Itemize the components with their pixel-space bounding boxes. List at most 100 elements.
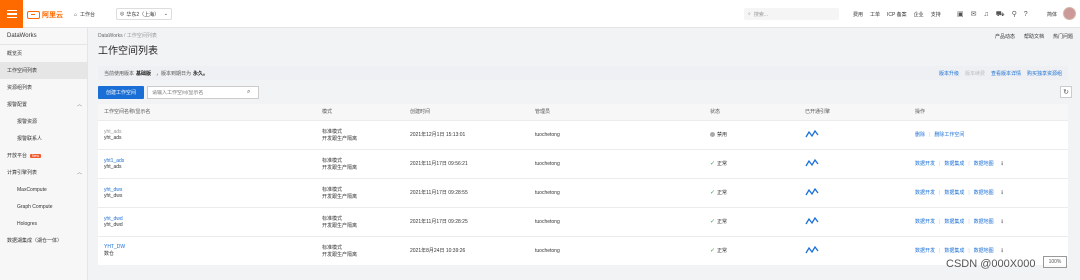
row-actions: 数据开发 | 数据集成 | 数据地图 ⋮ <box>915 247 1068 255</box>
top-link-icp[interactable]: ICP 备案 <box>887 11 907 18</box>
action-separator: | <box>939 160 941 167</box>
cell-name: YHT_DW 数仓 <box>98 235 316 265</box>
edition-mid: ，版本到期日为 <box>156 70 192 77</box>
action-link[interactable]: 数据地图 <box>974 218 994 225</box>
sidebar-item[interactable]: 计算引擎列表 ︿ <box>0 164 87 181</box>
status-label: 正常 <box>717 190 728 196</box>
edition-prefix: 当前使用版本 <box>104 70 135 77</box>
sidebar-item[interactable]: Hologres <box>0 215 87 232</box>
action-link[interactable]: 数据开发 <box>915 160 935 167</box>
bell-icon[interactable]: ♫ <box>984 11 989 18</box>
workspace-search: ⌕ <box>147 86 259 99</box>
cell-admin: tuochetong <box>529 148 704 178</box>
action-link[interactable]: 数据集成 <box>944 160 964 167</box>
workspace-display-name: yht_ads <box>104 134 122 141</box>
action-separator: | <box>929 131 931 138</box>
sidebar-item[interactable]: Graph Compute <box>0 198 87 215</box>
workspace-table: 工作空间名称/显示名 模式 创建时间 管理员 状态 已开通引擎 操作 yht_ads yht_… <box>98 104 1068 265</box>
action-link[interactable]: 数据开发 <box>915 218 935 225</box>
sidebar-item[interactable]: 工作空间列表 <box>0 62 87 79</box>
refresh-icon[interactable]: ↻ <box>1060 86 1072 98</box>
sidebar-item-label: 开放平台 <box>7 153 28 159</box>
cell-actions: 数据开发 | 数据集成 | 数据地图 ⋮ <box>909 177 1068 207</box>
help-docs-link[interactable]: 帮助文档 <box>1024 33 1044 40</box>
action-link[interactable]: 数据集成 <box>944 189 964 196</box>
language-switch[interactable]: 简体 <box>1047 8 1057 20</box>
search-icon[interactable]: ⌕ <box>247 89 250 96</box>
action-link[interactable]: 数据集成 <box>944 218 964 225</box>
terminal-icon[interactable]: ▣ <box>957 10 964 18</box>
sidebar-item[interactable]: MaxCompute <box>0 181 87 198</box>
created-time: 2021年11月17日 09:56:21 <box>410 161 468 167</box>
more-options-icon[interactable]: ⋮ <box>1000 190 1005 196</box>
action-link[interactable]: 数据开发 <box>915 189 935 196</box>
table-body: yht_ads yht_ads 标准模式 开发跟生产隔离 2021年12月1日 15:1… <box>98 119 1068 265</box>
sidebar-item[interactable]: 报警配置 ︿ <box>0 96 87 113</box>
action-link[interactable]: 数据开发 <box>915 247 935 254</box>
breadcrumb: DataWorks / 工作空间列表 <box>98 32 157 39</box>
status-label: 正常 <box>717 219 728 225</box>
more-options-icon[interactable]: ⋮ <box>1000 161 1005 167</box>
help-icon[interactable]: ? <box>1024 11 1028 18</box>
cart-icon[interactable]: ⛟ <box>996 10 1005 19</box>
edition-action-link[interactable]: 查看版本详情 <box>991 70 1021 77</box>
sidebar-item[interactable]: 开放平台 New <box>0 147 87 164</box>
status-label: 禁用 <box>717 132 728 138</box>
cell-status: ✓ 正常 <box>704 235 799 265</box>
workspace-search-input[interactable] <box>152 89 247 96</box>
column-header: 状态 <box>704 104 799 120</box>
edition-action-link[interactable]: 购买独享资源组 <box>1027 70 1062 77</box>
product-updates-link[interactable]: 产品动态 <box>995 33 1015 40</box>
zoom-indicator[interactable]: 100% <box>1043 256 1067 268</box>
sidebar-item[interactable]: 报警资源 <box>0 113 87 130</box>
status-badge: 禁用 <box>710 131 799 138</box>
aliyun-logo-icon <box>27 10 40 19</box>
action-link[interactable]: 数据地图 <box>974 247 994 254</box>
sidebar-item[interactable]: 数据湖集成（湖仓一体） <box>0 232 87 249</box>
edition-action-link[interactable]: 版本升级 <box>939 70 959 77</box>
cell-status: 禁用 <box>704 119 799 149</box>
breadcrumb-current: 工作空间列表 <box>126 33 157 39</box>
top-link-billing[interactable]: 费用 <box>853 11 863 18</box>
cell-admin: tuochetong <box>529 235 704 265</box>
cell-engines <box>799 235 909 265</box>
global-search[interactable]: ⌕ 搜索... <box>744 8 839 20</box>
more-options-icon[interactable]: ⋮ <box>1000 219 1005 225</box>
top-link-support[interactable]: 支持 <box>931 11 941 18</box>
action-link[interactable]: 数据地图 <box>974 160 994 167</box>
mode-label: 标准模式 <box>322 244 343 251</box>
workbench-button[interactable]: ⌂ 工作台 <box>74 9 95 20</box>
top-link-enterprise[interactable]: 企业 <box>914 11 924 18</box>
action-link[interactable]: 删除 <box>915 131 925 138</box>
top-link-tickets[interactable]: 工单 <box>870 11 880 18</box>
region-select[interactable]: ◎ 华东2（上海） ⌄ <box>116 8 172 20</box>
location-icon: ◎ <box>120 11 125 17</box>
pin-icon[interactable]: ⚲ <box>1012 10 1017 18</box>
action-link[interactable]: 数据地图 <box>974 189 994 196</box>
sidebar-item-label: Hologres <box>17 220 38 227</box>
cell-mode: 标准模式 开发跟生产隔离 <box>316 148 404 178</box>
create-workspace-button[interactable]: 创建工作空间 <box>98 86 144 99</box>
table-row: YHT_DW 数仓 标准模式 开发跟生产隔离 2021年8月24日 10:39:26 tu… <box>98 235 1068 265</box>
cell-name: yht_dwd yht_dwd <box>98 206 316 236</box>
cell-name: yht_ads yht_ads <box>98 119 316 149</box>
column-header: 已开通引擎 <box>799 104 909 120</box>
breadcrumb-root[interactable]: DataWorks <box>98 33 123 39</box>
action-link[interactable]: 数据集成 <box>944 247 964 254</box>
sidebar-item[interactable]: 报警联系人 <box>0 130 87 147</box>
action-link[interactable]: 删除工作空间 <box>934 131 964 138</box>
chevron-down-icon: ⌄ <box>163 11 168 17</box>
more-options-icon[interactable]: ⋮ <box>1000 248 1005 254</box>
table-row: yht_ads yht_ads 标准模式 开发跟生产隔离 2021年12月1日 15:1… <box>98 119 1068 149</box>
menu-icon[interactable] <box>0 0 23 28</box>
brand-name: 阿里云 <box>42 11 63 19</box>
sidebar-item[interactable]: 概览页 <box>0 45 87 62</box>
sidebar-item-label: 报警资源 <box>17 119 38 125</box>
engine-maxcompute-icon <box>805 245 819 254</box>
cell-name: yht1_ads yht_ads <box>98 148 316 178</box>
sidebar-item[interactable]: 资源组列表 <box>0 79 87 96</box>
avatar[interactable] <box>1063 7 1076 20</box>
mail-icon[interactable]: ✉ <box>971 10 977 18</box>
brand-logo[interactable]: 阿里云 <box>27 9 63 20</box>
faq-link[interactable]: 热门问题 <box>1053 33 1073 40</box>
